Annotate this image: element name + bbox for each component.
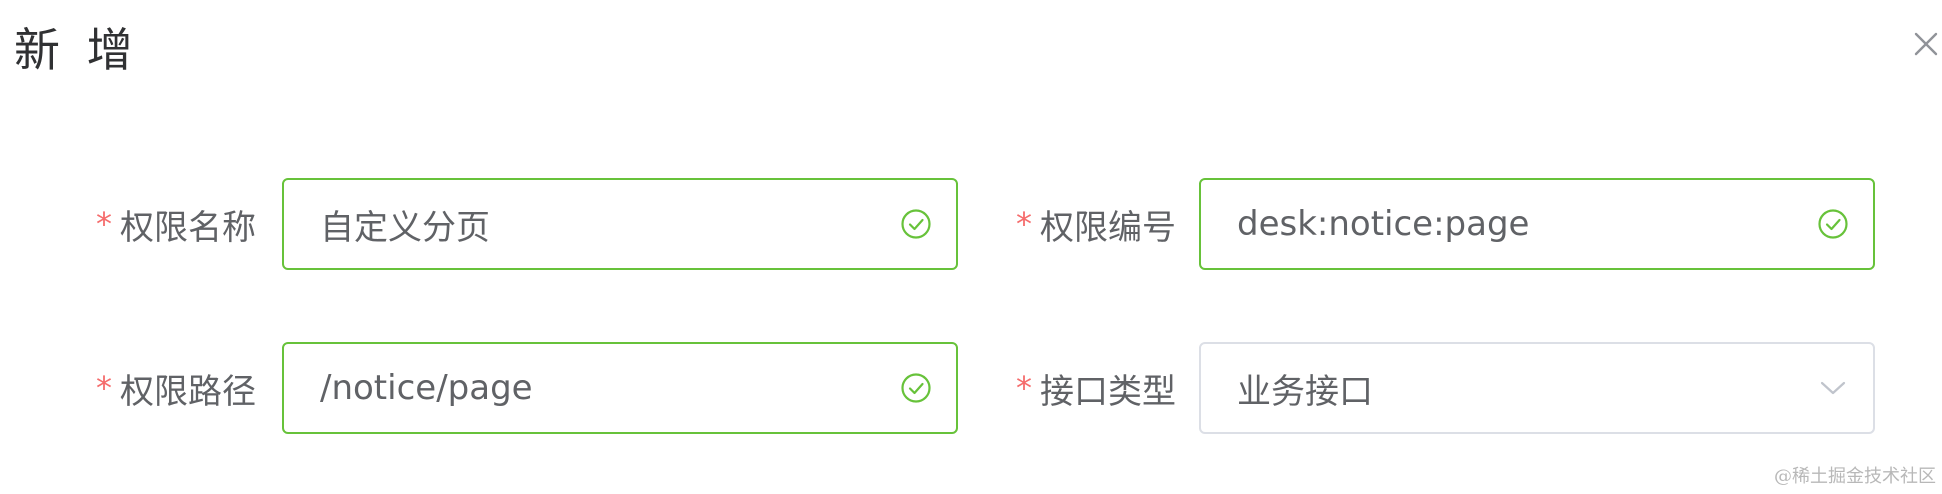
permission-name-value: 自定义分页 xyxy=(320,207,490,248)
required-mark: * xyxy=(96,205,112,243)
permission-path-label-text: 权限路径 xyxy=(120,371,256,412)
permission-code-value: desk:notice:page xyxy=(1237,204,1530,244)
interface-type-label: * 接口类型 xyxy=(960,342,1176,434)
permission-path-value: /notice/page xyxy=(320,368,533,408)
interface-type-select[interactable]: 业务接口 xyxy=(1199,342,1875,434)
permission-name-label: * 权限名称 xyxy=(0,178,256,270)
close-button[interactable] xyxy=(1910,28,1942,60)
required-mark: * xyxy=(1016,205,1032,243)
required-mark: * xyxy=(1016,369,1032,407)
watermark: @稀土掘金技术社区 xyxy=(1774,466,1936,487)
permission-name-label-text: 权限名称 xyxy=(120,207,256,248)
interface-type-label-text: 接口类型 xyxy=(1040,371,1176,412)
close-icon xyxy=(1910,28,1942,60)
form-item-permission-name: * 权限名称 自定义分页 xyxy=(0,178,960,270)
form-item-permission-path: * 权限路径 /notice/page xyxy=(0,342,960,434)
interface-type-selected-value: 业务接口 xyxy=(1237,371,1373,412)
permission-path-label: * 权限路径 xyxy=(0,342,256,434)
permission-code-input[interactable]: desk:notice:page xyxy=(1199,178,1875,270)
dialog-title: 新 增 xyxy=(14,23,139,77)
form-item-interface-type: * 接口类型 业务接口 xyxy=(960,342,1880,434)
circle-check-icon xyxy=(900,208,932,240)
permission-code-label-text: 权限编号 xyxy=(1040,207,1176,248)
permission-code-label: * 权限编号 xyxy=(960,178,1176,270)
form-item-permission-code: * 权限编号 desk:notice:page xyxy=(960,178,1880,270)
permission-name-input[interactable]: 自定义分页 xyxy=(282,178,958,270)
circle-check-icon xyxy=(1817,208,1849,240)
required-mark: * xyxy=(96,369,112,407)
chevron-down-icon xyxy=(1819,378,1847,398)
permission-path-input[interactable]: /notice/page xyxy=(282,342,958,434)
circle-check-icon xyxy=(900,372,932,404)
